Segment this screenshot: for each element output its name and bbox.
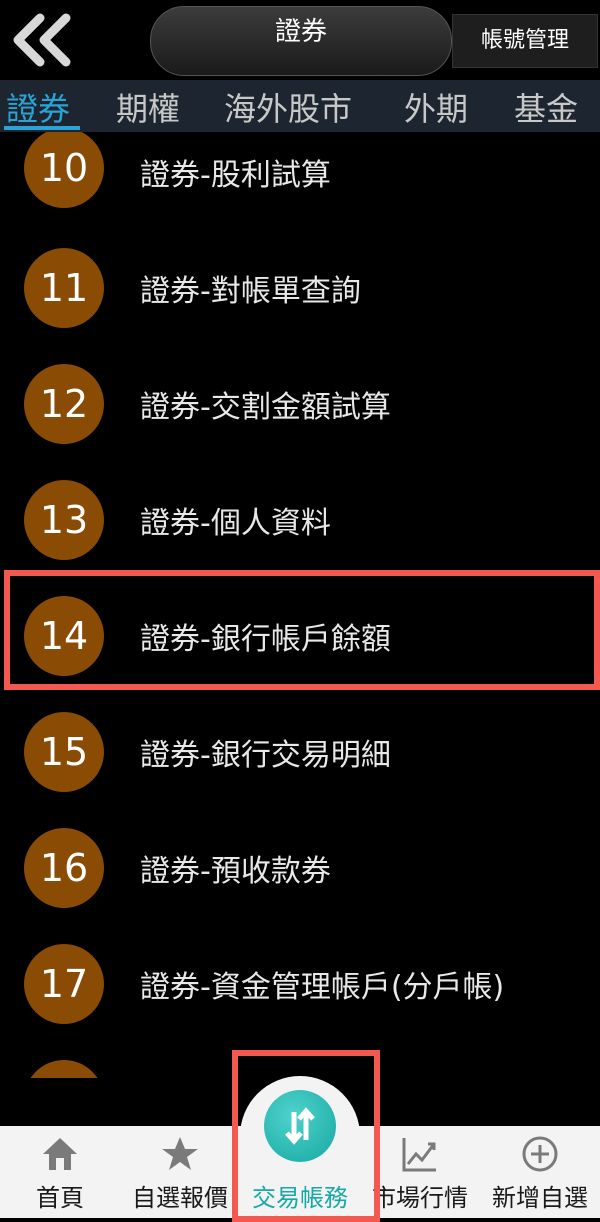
list-item[interactable]: 12 證券-交割金額試算 — [0, 364, 600, 480]
tab-foreign-futures[interactable]: 外期 — [404, 84, 468, 130]
nav-add-watch[interactable]: 新增自選 — [480, 1126, 600, 1218]
nav-watchlist[interactable]: 自選報價 — [120, 1126, 240, 1218]
nav-home[interactable]: 首頁 — [0, 1126, 120, 1218]
star-icon — [160, 1134, 200, 1174]
account-manage-button[interactable]: 帳號管理 — [452, 14, 598, 68]
highlight-box — [232, 1050, 380, 1222]
item-number-badge: 10 — [24, 132, 104, 208]
active-tab-indicator — [4, 126, 80, 130]
tab-bar: 證券 期權 海外股市 外期 基金 — [0, 80, 600, 132]
item-number-badge — [24, 1060, 104, 1078]
home-icon — [40, 1134, 80, 1174]
item-number-badge: 15 — [24, 712, 104, 792]
tab-funds[interactable]: 基金 — [514, 84, 578, 130]
tab-options[interactable]: 期權 — [116, 84, 180, 130]
item-label: 證券-對帳單查詢 — [140, 274, 361, 309]
item-label: 證券-預收款券 — [140, 854, 331, 889]
tab-securities[interactable]: 證券 — [6, 84, 70, 130]
list-item[interactable]: 16 證券-預收款券 — [0, 828, 600, 944]
list-item[interactable]: 17 證券-資金管理帳戶(分戶帳) — [0, 944, 600, 1060]
item-label: 證券-個人資料 — [140, 506, 331, 541]
item-number-badge: 13 — [24, 480, 104, 560]
page-title: 證券 — [274, 17, 327, 47]
tab-overseas-stocks[interactable]: 海外股市 — [224, 84, 352, 130]
nav-add-watch-label: 新增自選 — [492, 1184, 588, 1212]
plus-circle-icon — [520, 1134, 560, 1174]
item-label: 證券-銀行交易明細 — [140, 738, 391, 773]
app-header: 證券 帳號管理 — [0, 0, 600, 80]
item-label: 證券-交割金額試算 — [140, 390, 391, 425]
nav-watchlist-label: 自選報價 — [132, 1184, 228, 1212]
title-pill: 證券 — [150, 6, 452, 76]
item-number-badge: 11 — [24, 248, 104, 328]
item-number-badge: 16 — [24, 828, 104, 908]
item-number-badge: 12 — [24, 364, 104, 444]
list-item[interactable]: 15 證券-銀行交易明細 — [0, 712, 600, 828]
highlight-box — [4, 570, 600, 690]
item-label: 證券-股利試算 — [140, 158, 331, 193]
list-item[interactable]: 11 證券-對帳單查詢 — [0, 248, 600, 364]
item-label: 證券-資金管理帳戶(分戶帳) — [140, 970, 505, 1005]
list-item[interactable]: 10 證券-股利試算 — [0, 132, 600, 248]
item-number-badge: 17 — [24, 944, 104, 1024]
back-icon[interactable] — [10, 12, 76, 68]
chart-trend-icon — [400, 1134, 440, 1174]
